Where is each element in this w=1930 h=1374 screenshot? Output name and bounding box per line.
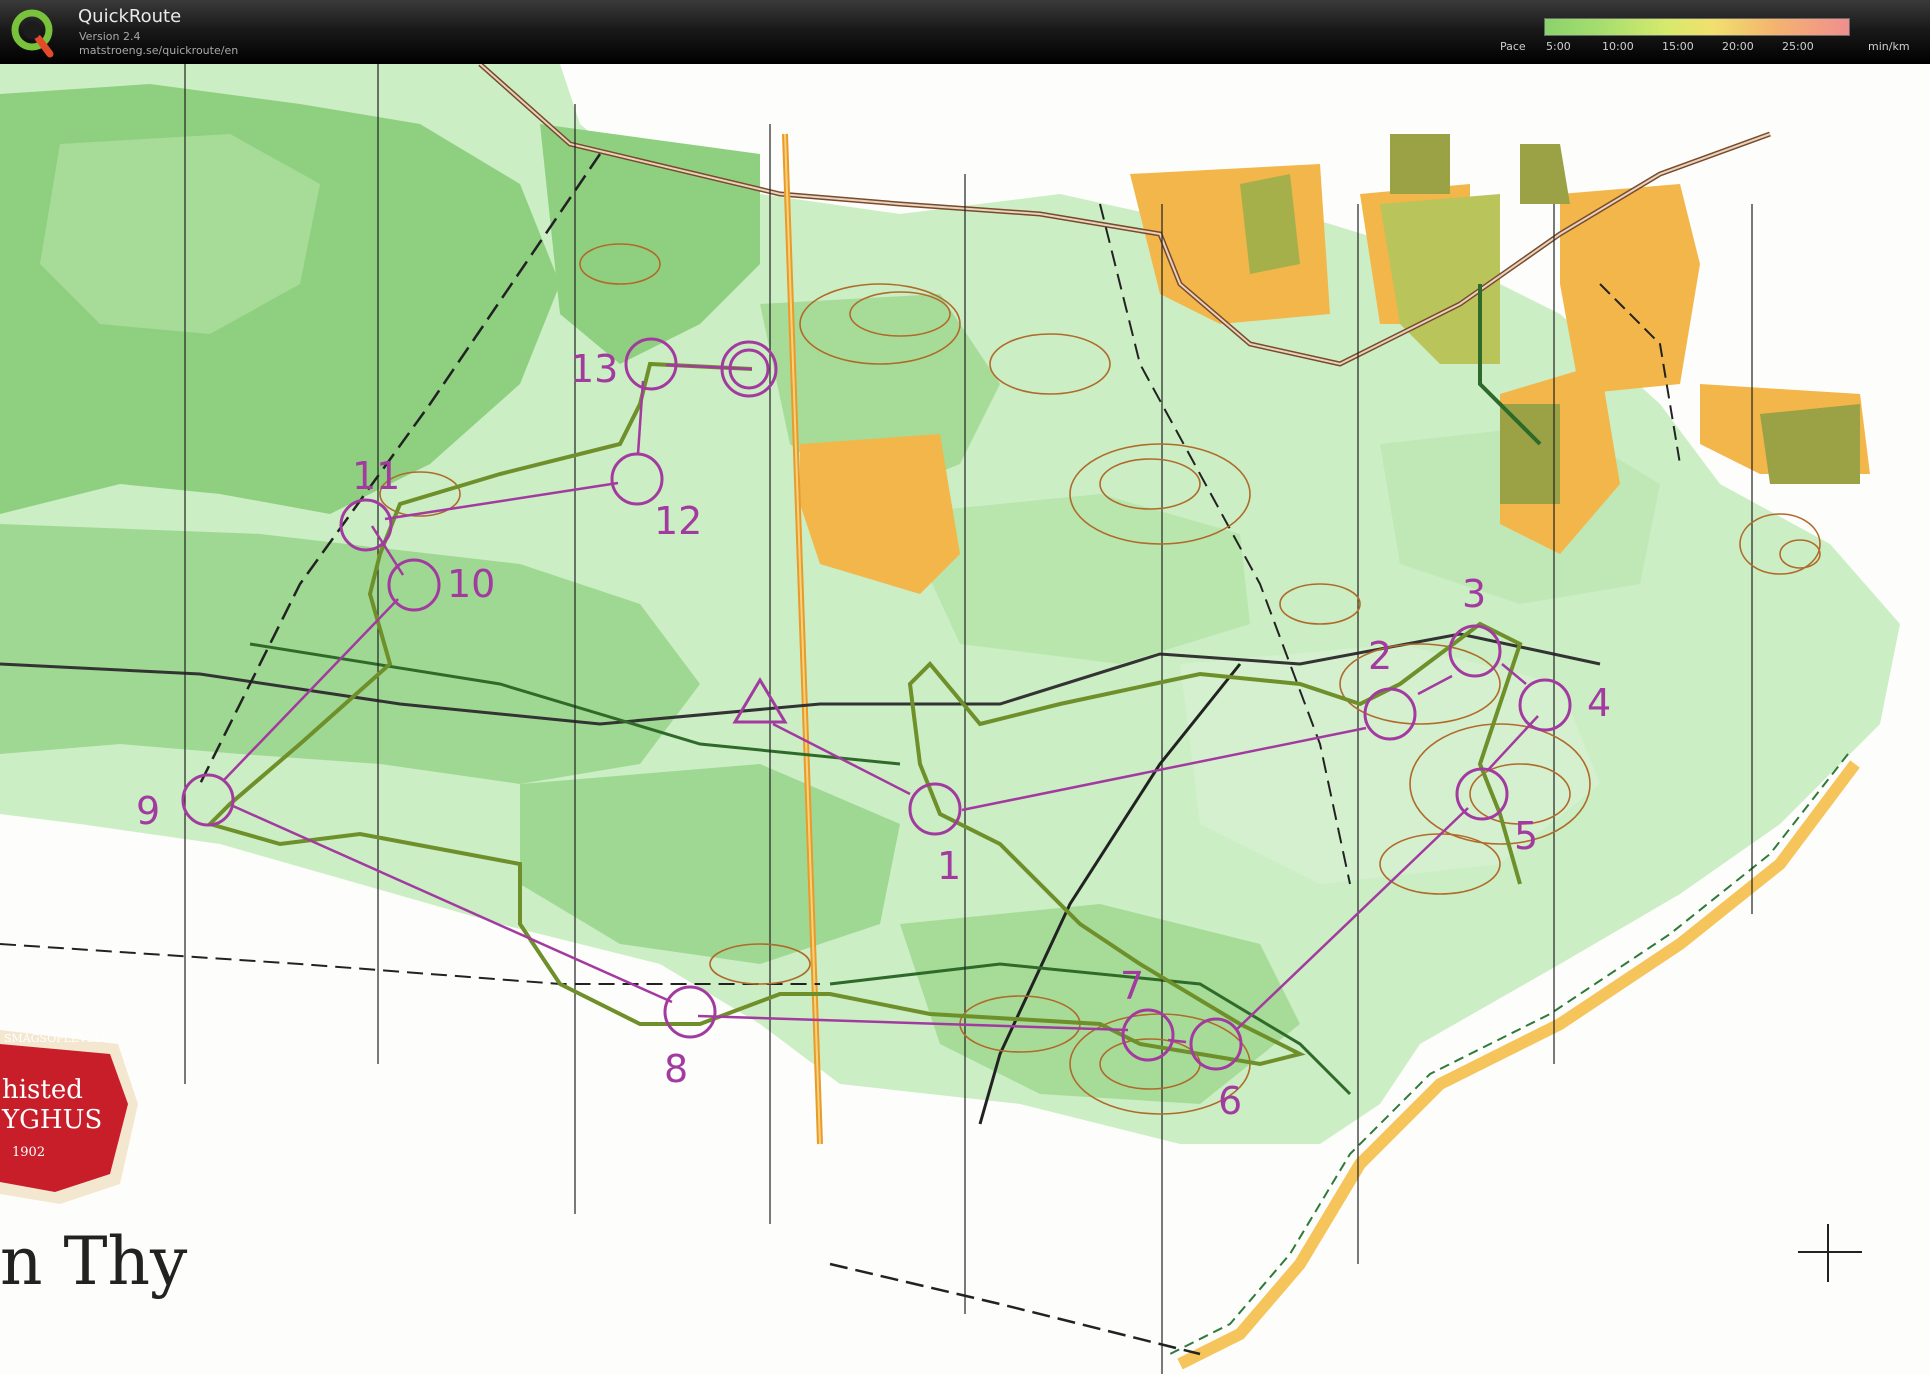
sponsor-logo: SMAGSOPLEVELSER histed YGHUS 1902 xyxy=(0,1030,138,1204)
control-number: 11 xyxy=(352,454,400,498)
control-number: 2 xyxy=(1368,634,1392,678)
pace-color-bar xyxy=(1544,18,1850,36)
app-title: QuickRoute xyxy=(78,6,182,27)
control-number: 3 xyxy=(1462,572,1486,616)
control-number: 9 xyxy=(136,789,160,833)
pace-legend: Pace 5:00 10:00 15:00 20:00 25:00 min/km xyxy=(1490,16,1920,60)
quickroute-logo-icon xyxy=(8,4,60,60)
control-number: 8 xyxy=(664,1047,688,1091)
quickroute-window: QuickRoute Version 2.4 matstroeng.se/qui… xyxy=(0,0,1930,1374)
control-number: 12 xyxy=(654,499,702,543)
app-version: Version 2.4 xyxy=(79,30,141,43)
sponsor-name-line1: histed xyxy=(2,1075,83,1105)
pace-tick: 10:00 xyxy=(1602,40,1634,53)
control-number: 13 xyxy=(570,347,618,391)
sponsor-arc-text: SMAGSOPLEVELSER xyxy=(4,1032,127,1045)
control-number: 10 xyxy=(447,562,495,606)
pace-tick: 15:00 xyxy=(1662,40,1694,53)
control-number: 1 xyxy=(937,844,961,888)
pace-unit: min/km xyxy=(1868,40,1910,53)
control-number: 5 xyxy=(1514,814,1538,858)
pace-tick: 25:00 xyxy=(1782,40,1814,53)
sponsor-name-line2: YGHUS xyxy=(1,1105,102,1135)
map-canvas[interactable]: 1 2 3 4 5 6 7 8 9 10 11 12 13 SMAGSOPLEV… xyxy=(0,64,1930,1374)
orienteering-map[interactable]: 1 2 3 4 5 6 7 8 9 10 11 12 13 SMAGSOPLEV… xyxy=(0,64,1930,1374)
control-number: 4 xyxy=(1587,681,1611,725)
control-number: 7 xyxy=(1120,964,1144,1008)
pace-tick: 5:00 xyxy=(1546,40,1571,53)
app-header: QuickRoute Version 2.4 matstroeng.se/qui… xyxy=(0,0,1930,64)
pace-label: Pace xyxy=(1500,40,1526,53)
sponsor-year: 1902 xyxy=(12,1145,45,1160)
control-number: 6 xyxy=(1218,1079,1242,1123)
pace-tick: 20:00 xyxy=(1722,40,1754,53)
app-url[interactable]: matstroeng.se/quickroute/en xyxy=(79,44,238,57)
map-title: n Thy xyxy=(0,1223,188,1300)
